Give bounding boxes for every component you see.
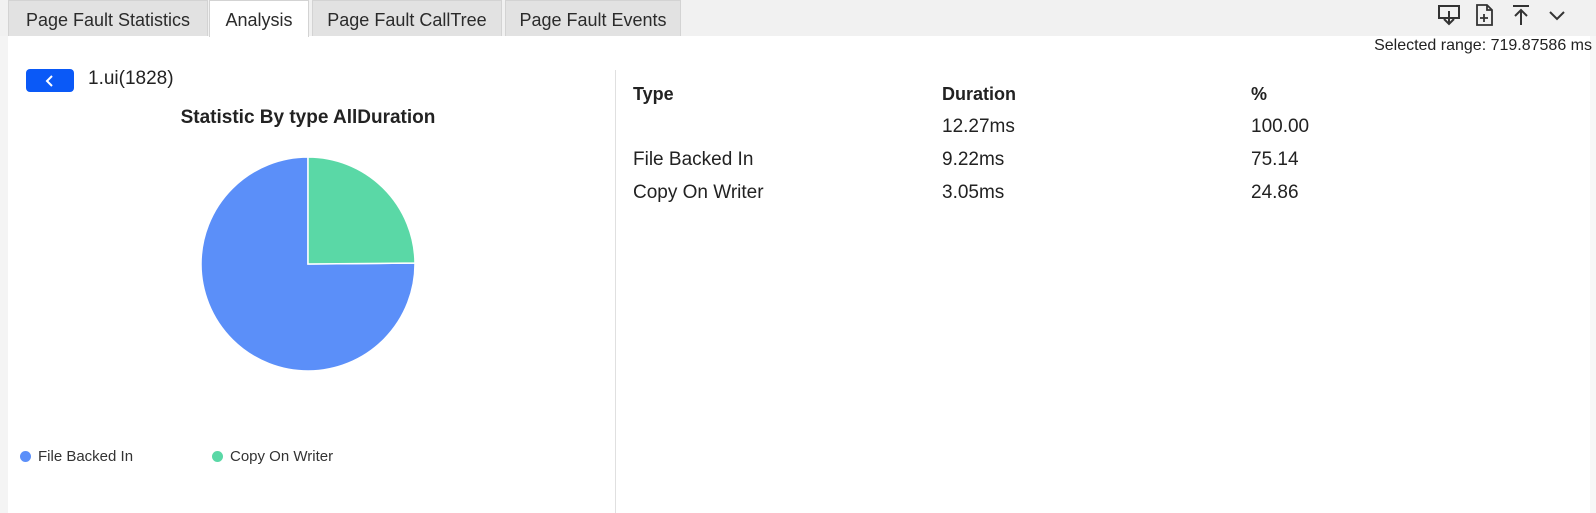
column-header-percent[interactable]: % (1251, 84, 1267, 105)
move-to-top-icon[interactable] (1508, 2, 1534, 28)
column-header-duration[interactable]: Duration (942, 84, 1016, 105)
table-cell-duration: 12.27ms (942, 116, 1015, 137)
panel-divider (615, 70, 616, 513)
pie-slice-copy-on-writer[interactable] (307, 156, 416, 265)
table-cell-type: File Backed In (633, 149, 754, 170)
scrollbar[interactable] (1590, 36, 1596, 513)
legend-item-file-backed-in[interactable]: File Backed In (20, 448, 133, 465)
process-name: 1.ui(1828) (88, 68, 174, 89)
tab-bar: Page Fault Statistics Analysis Page Faul… (0, 0, 1596, 37)
table-cell-percent: 75.14 (1251, 149, 1299, 170)
tab-page-fault-calltree[interactable]: Page Fault CallTree (312, 0, 502, 36)
legend-label: Copy On Writer (230, 448, 334, 465)
legend-marker (20, 451, 31, 462)
tab-analysis[interactable]: Analysis (209, 0, 309, 37)
chevron-left-icon (45, 74, 53, 87)
chevron-down-icon[interactable] (1544, 2, 1570, 28)
chart-title: Statistic By type AllDuration (180, 107, 436, 128)
legend-item-copy-on-writer[interactable]: Copy On Writer (212, 448, 333, 465)
table-cell-percent: 100.00 (1251, 116, 1310, 137)
table-cell-duration: 9.22ms (942, 149, 1005, 170)
selected-range-label: Selected range: 719.87586 ms (1374, 37, 1592, 54)
legend-label: File Backed In (38, 448, 134, 465)
download-icon[interactable] (1436, 2, 1462, 28)
export-file-icon[interactable] (1471, 2, 1497, 28)
tab-page-fault-events[interactable]: Page Fault Events (505, 0, 681, 36)
back-button[interactable] (26, 69, 74, 92)
column-header-type[interactable]: Type (633, 84, 674, 105)
left-border (0, 36, 8, 513)
tab-page-fault-statistics[interactable]: Page Fault Statistics (8, 0, 208, 36)
pie-chart[interactable] (196, 152, 420, 376)
table-cell-type: Copy On Writer (633, 182, 764, 203)
table-cell-percent: 24.86 (1251, 182, 1299, 203)
table-cell-duration: 3.05ms (942, 182, 1005, 203)
legend-marker (212, 451, 223, 462)
